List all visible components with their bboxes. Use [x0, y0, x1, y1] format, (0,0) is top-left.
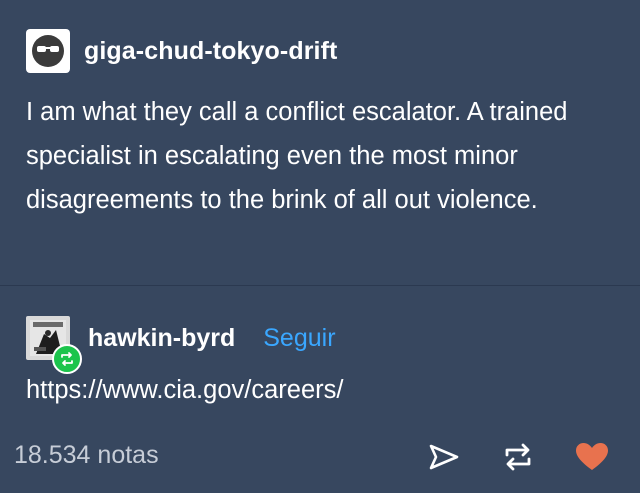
sunglasses-face-icon [32, 35, 64, 67]
send-icon[interactable] [426, 439, 462, 475]
reblog-header: hawkin-byrd Seguir [26, 312, 336, 374]
post-card: giga-chud-tokyo-drift I am what they cal… [0, 0, 640, 493]
heart-icon[interactable] [574, 439, 610, 475]
reblog-link[interactable]: https://www.cia.gov/careers/ [26, 376, 343, 405]
reblog-icon[interactable] [500, 439, 536, 475]
notes-count[interactable]: 18.534 notas [14, 441, 159, 470]
sunglasses-icon [37, 46, 59, 52]
reblog-badge-icon [52, 344, 82, 374]
post-text: I am what they call a conflict escalator… [26, 98, 568, 214]
author-username[interactable]: giga-chud-tokyo-drift [84, 37, 337, 66]
post-footer: 18.534 notas [0, 430, 640, 484]
post-actions [388, 439, 610, 475]
post-header: giga-chud-tokyo-drift [26, 29, 337, 73]
reblogger-avatar[interactable] [26, 316, 82, 374]
reblogger-username[interactable]: hawkin-byrd [88, 324, 235, 353]
divider [0, 285, 640, 286]
avatar[interactable] [26, 29, 70, 73]
follow-button[interactable]: Seguir [263, 324, 335, 353]
